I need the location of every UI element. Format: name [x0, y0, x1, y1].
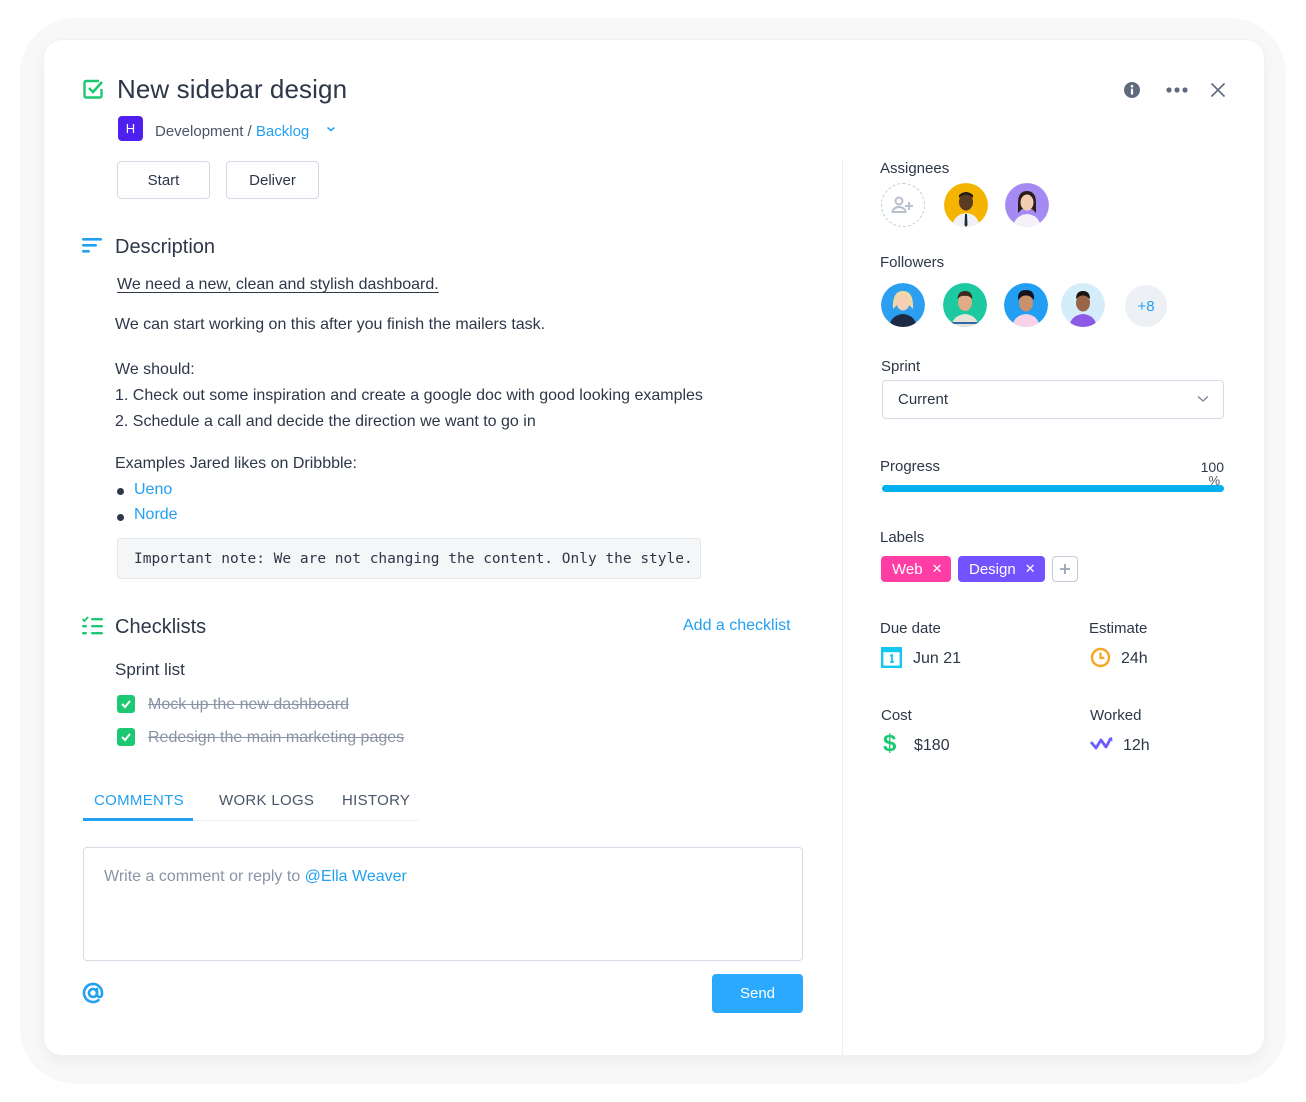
calendar-icon: [881, 647, 902, 668]
description-should-heading: We should:: [115, 361, 195, 378]
tab-comments[interactable]: COMMENTS: [94, 792, 184, 809]
description-lead: We need a new, clean and stylish dashboa…: [117, 276, 439, 293]
description-icon: [82, 238, 102, 253]
label-chip-web[interactable]: Web ✕: [881, 556, 952, 582]
mention-icon[interactable]: [82, 982, 104, 1004]
dollar-icon: $: [883, 730, 897, 757]
code-note: Important note: We are not changing the …: [117, 538, 701, 579]
description-heading: Description: [115, 236, 216, 258]
progress-bar: [882, 485, 1224, 492]
breadcrumb-project[interactable]: Development /: [155, 123, 256, 140]
description-step: 1. Check out some inspiration and create…: [115, 387, 703, 404]
add-assignee-button[interactable]: [881, 183, 925, 227]
follower-avatar[interactable]: [943, 283, 987, 327]
bullet: [117, 514, 124, 521]
task-title[interactable]: New sidebar design: [117, 74, 347, 105]
estimate-label: Estimate: [1089, 620, 1148, 637]
progress-bar-fill: [882, 485, 1224, 492]
labels-label: Labels: [880, 529, 925, 546]
label-name: Web: [892, 560, 923, 578]
checkmark-icon: [121, 733, 131, 742]
checklist-item-text[interactable]: Redesign the main marketing pages: [148, 729, 404, 747]
checklist-item-checkbox[interactable]: [117, 728, 135, 746]
assignee-avatar[interactable]: [944, 183, 988, 227]
progress-label: Progress: [880, 458, 941, 475]
tab-history[interactable]: HISTORY: [342, 792, 410, 809]
add-checklist-link[interactable]: Add a checklist: [683, 613, 791, 639]
example-link-ueno[interactable]: Ueno: [134, 477, 172, 503]
more-icon[interactable]: [1165, 80, 1189, 100]
checklist-item-text[interactable]: Mock up the new dashboard: [148, 696, 349, 714]
followers-label: Followers: [880, 254, 945, 271]
breadcrumb: Development / Backlog: [155, 123, 309, 140]
plus-icon: [1060, 564, 1070, 574]
add-label-button[interactable]: [1052, 556, 1078, 582]
clock-icon: [1090, 647, 1111, 668]
task-checkbox-icon[interactable]: [82, 78, 104, 100]
close-icon[interactable]: [1208, 80, 1228, 100]
worked-value[interactable]: 12h: [1123, 737, 1150, 755]
task-detail-modal: New sidebar design H Development / Backl…: [44, 40, 1264, 1055]
checklist-icon: [82, 616, 103, 635]
panel-divider: [842, 160, 843, 1055]
deliver-button[interactable]: Deliver: [226, 161, 319, 199]
tab-work-logs[interactable]: WORK LOGS: [219, 792, 314, 809]
checkmark-icon: [121, 700, 131, 709]
checklist-name: Sprint list: [115, 660, 185, 679]
start-button[interactable]: Start: [117, 161, 210, 199]
due-date-label: Due date: [880, 620, 941, 637]
remove-label-icon[interactable]: ✕: [1025, 561, 1036, 577]
chevron-down-icon: [1197, 396, 1209, 402]
bullet: [117, 488, 124, 495]
comment-placeholder: Write a comment or reply to: [104, 868, 305, 885]
follower-avatar[interactable]: [1061, 283, 1105, 327]
follower-avatar[interactable]: [881, 283, 925, 327]
chevron-down-icon[interactable]: [326, 124, 336, 134]
sprint-select[interactable]: Current: [882, 380, 1224, 419]
estimate-value[interactable]: 24h: [1121, 650, 1148, 668]
send-button[interactable]: Send: [712, 974, 803, 1013]
follower-avatar[interactable]: [1004, 283, 1048, 327]
comment-input[interactable]: Write a comment or reply to @Ella Weaver: [83, 847, 803, 961]
activity-icon: [1090, 737, 1113, 750]
worked-label: Worked: [1090, 707, 1142, 724]
comment-mention[interactable]: @Ella Weaver: [305, 868, 407, 885]
breadcrumb-board[interactable]: Backlog: [256, 123, 309, 140]
sprint-value: Current: [898, 391, 949, 408]
assignee-avatar[interactable]: [1005, 183, 1049, 227]
due-date-value[interactable]: Jun 21: [913, 650, 961, 668]
assignees-label: Assignees: [880, 160, 950, 177]
description-paragraph: We can start working on this after you f…: [115, 316, 546, 333]
active-tab-indicator: [83, 818, 193, 821]
more-followers-button[interactable]: +8: [1125, 285, 1167, 327]
info-icon[interactable]: [1122, 80, 1142, 100]
label-name: Design: [969, 560, 1016, 578]
project-avatar: H: [118, 116, 143, 141]
checklist-item-checkbox[interactable]: [117, 695, 135, 713]
checklists-heading: Checklists: [115, 616, 207, 638]
cost-label: Cost: [881, 707, 912, 724]
label-chip-design[interactable]: Design ✕: [958, 556, 1045, 582]
sprint-label: Sprint: [881, 358, 921, 375]
add-user-icon: [891, 196, 913, 213]
example-link-norde[interactable]: Norde: [134, 502, 178, 528]
remove-label-icon[interactable]: ✕: [932, 561, 943, 577]
description-step: 2. Schedule a call and decide the direct…: [115, 413, 536, 430]
examples-heading: Examples Jared likes on Dribbble:: [115, 455, 357, 472]
cost-value[interactable]: $180: [914, 737, 950, 755]
